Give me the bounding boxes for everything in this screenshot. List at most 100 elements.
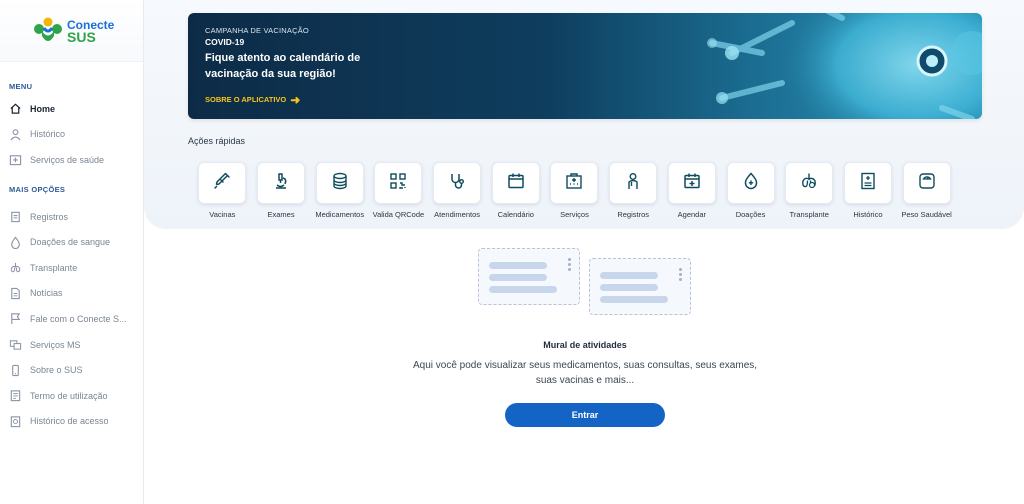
quick-action-label: Serviços	[560, 210, 589, 219]
quick-action-transplante[interactable]: Transplante	[780, 162, 839, 219]
history-icon	[9, 415, 22, 428]
quick-action-medicamentos[interactable]: Medicamentos	[310, 162, 369, 219]
quick-actions-row: Vacinas Exames Medicamentos Valida QRCod…	[193, 162, 956, 219]
menu-section-label: MENU	[9, 82, 33, 91]
placeholder-bar	[489, 286, 557, 293]
hospital-icon	[564, 171, 584, 196]
mural-title: Mural de atividades	[543, 340, 627, 350]
logo-line2: SUS	[67, 28, 96, 45]
sidebar-item-label: Fale com o Conecte S...	[30, 313, 127, 324]
menu-nav: Home Histórico Serviços de saúde	[0, 96, 143, 173]
sidebar-item-servicos-saude[interactable]: Serviços de saúde	[0, 147, 143, 173]
quick-action-servicos[interactable]: Serviços	[545, 162, 604, 219]
calendar-icon	[506, 171, 526, 196]
banner-link-label: SOBRE O APLICATIVO	[205, 95, 287, 104]
more-vertical-icon	[568, 258, 571, 273]
quick-action-tile[interactable]	[843, 162, 892, 204]
quick-action-vacinas[interactable]: Vacinas	[193, 162, 252, 219]
quick-action-tile[interactable]	[257, 162, 306, 204]
sidebar-item-label: Transplante	[30, 262, 78, 273]
placeholder-bar	[489, 262, 547, 269]
sidebar-item-label: Registros	[30, 211, 69, 222]
clipboard-icon	[9, 210, 22, 223]
drop-plus-icon	[741, 171, 761, 196]
quick-action-label: Doações	[735, 210, 766, 219]
conecte-sus-logo[interactable]: Conecte SUS	[0, 0, 143, 62]
quick-action-valida-qrcode[interactable]: Valida QRCode	[369, 162, 428, 219]
sidebar-item-label: Doações de sangue	[30, 237, 111, 248]
sidebar-item-sobre-sus[interactable]: Sobre o SUS	[0, 357, 143, 383]
scale-icon	[917, 171, 937, 196]
person-icon	[9, 128, 22, 141]
nurse-icon	[623, 171, 643, 196]
sidebar-item-fale-conosco[interactable]: Fale com o Conecte S...	[0, 306, 143, 332]
banner-kicker: CAMPANHA DE VACINAÇÃO	[205, 26, 309, 35]
sidebar-item-historico-acesso[interactable]: Histórico de acesso	[0, 409, 143, 435]
quick-action-tile[interactable]	[315, 162, 364, 204]
quick-action-label: Calendário	[497, 210, 534, 219]
sidebar-item-label: Termo de utilização	[30, 390, 108, 401]
quick-action-historico[interactable]: Histórico	[839, 162, 898, 219]
quick-action-exames[interactable]: Exames	[252, 162, 311, 219]
enter-button[interactable]: Entrar	[505, 403, 665, 427]
quick-action-label: Atendimentos	[434, 210, 481, 219]
quick-action-tile[interactable]	[785, 162, 834, 204]
quick-action-label: Valida QRCode	[372, 210, 425, 219]
pills-icon	[330, 171, 350, 196]
quick-action-agendar[interactable]: Agendar	[663, 162, 722, 219]
covid-banner[interactable]: CAMPANHA DE VACINAÇÃO COVID-19 Fique ate…	[188, 13, 982, 119]
more-vertical-icon	[679, 268, 682, 283]
qrcode-icon	[388, 171, 408, 196]
banner-title: Fique atento ao calendário de vacinação …	[205, 52, 361, 80]
syringe-icon	[212, 171, 232, 196]
mural-description: Aqui você pode visualizar seus medicamen…	[412, 360, 758, 386]
quick-action-tile[interactable]	[433, 162, 482, 204]
quick-action-tile[interactable]	[726, 162, 775, 204]
quick-action-tile[interactable]	[609, 162, 658, 204]
quick-action-registros[interactable]: Registros	[604, 162, 663, 219]
calendar-plus-icon	[682, 171, 702, 196]
phone-icon	[9, 364, 22, 377]
sidebar-item-registros[interactable]: Registros	[0, 204, 143, 230]
quick-action-tile[interactable]	[374, 162, 423, 204]
mural-empty-illustration	[478, 248, 694, 318]
quick-action-tile[interactable]	[198, 162, 247, 204]
flag-icon	[9, 312, 22, 325]
lungs-icon	[799, 171, 819, 196]
quick-action-calendario[interactable]: Calendário	[486, 162, 545, 219]
banner-tag: COVID-19	[205, 37, 245, 47]
placeholder-card	[478, 248, 580, 305]
quick-action-label: Agendar	[677, 210, 707, 219]
blood-drop-icon	[9, 236, 22, 249]
quick-action-peso-saudavel[interactable]: Peso Saudável	[897, 162, 956, 219]
quick-action-tile[interactable]	[491, 162, 540, 204]
placeholder-card	[589, 258, 691, 315]
sidebar-item-termo[interactable]: Termo de utilização	[0, 383, 143, 409]
arrow-right-icon: ➜	[290, 92, 301, 107]
quick-action-label: Exames	[267, 210, 295, 219]
sidebar-item-historico[interactable]: Histórico	[0, 122, 143, 148]
quick-action-tile[interactable]	[550, 162, 599, 204]
sidebar-item-doacoes-sangue[interactable]: Doações de sangue	[0, 229, 143, 255]
quick-action-label: Medicamentos	[315, 210, 365, 219]
sidebar-item-label: Notícias	[30, 288, 63, 299]
placeholder-bar	[489, 274, 547, 281]
sidebar: Conecte SUS MENU Home Histórico Serviços…	[0, 0, 144, 504]
quick-action-label: Vacinas	[209, 210, 236, 219]
quick-action-tile[interactable]	[902, 162, 951, 204]
quick-action-atendimentos[interactable]: Atendimentos	[428, 162, 487, 219]
clinic-icon	[9, 153, 22, 166]
stethoscope-icon	[447, 171, 467, 196]
sidebar-item-home[interactable]: Home	[0, 96, 143, 122]
quick-action-doacoes[interactable]: Doações	[721, 162, 780, 219]
terms-icon	[9, 389, 22, 402]
sidebar-item-transplante[interactable]: Transplante	[0, 255, 143, 281]
placeholder-bar	[600, 296, 668, 303]
microscope-icon	[271, 171, 291, 196]
banner-about-link[interactable]: SOBRE O APLICATIVO ➜	[205, 92, 301, 107]
sidebar-item-noticias[interactable]: Notícias	[0, 281, 143, 307]
quick-action-tile[interactable]	[667, 162, 716, 204]
quick-action-label: Peso Saudável	[901, 210, 952, 219]
quick-actions-title: Ações rápidas	[188, 136, 246, 146]
virus-illustration	[707, 13, 982, 119]
